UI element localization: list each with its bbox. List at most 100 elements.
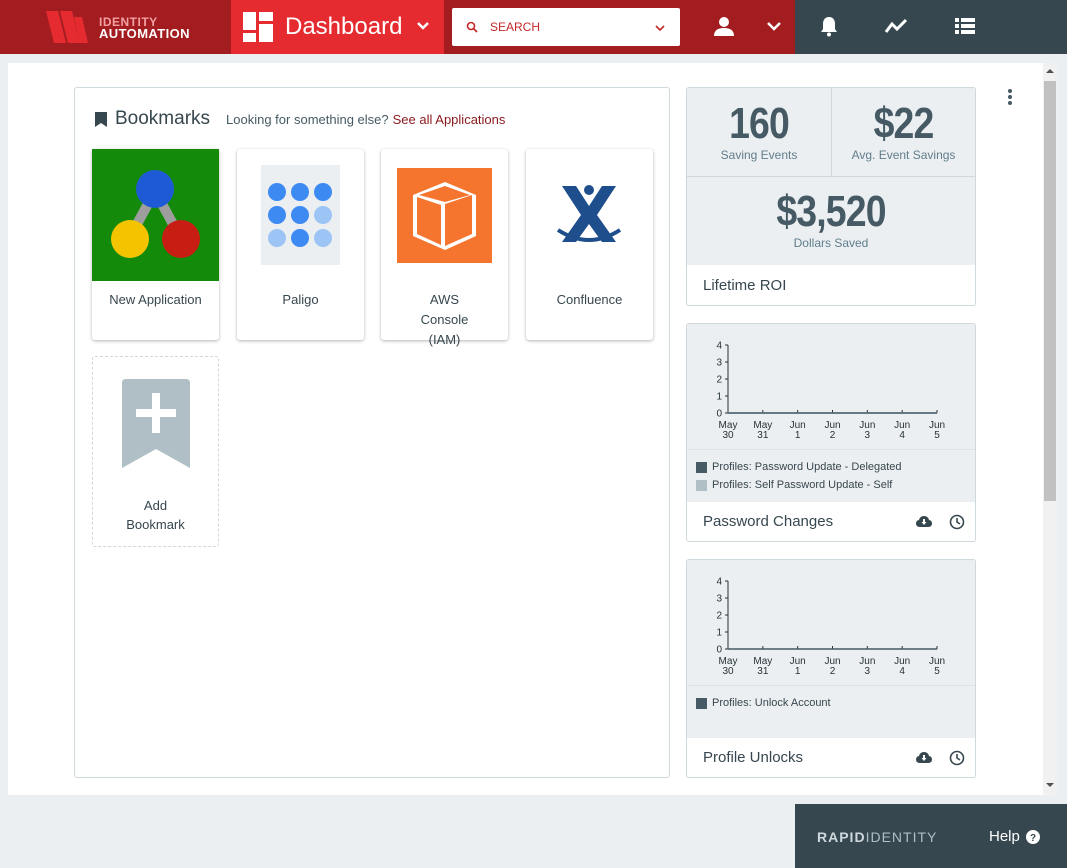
search-chevron-down-icon[interactable]: [655, 23, 665, 33]
y-tick-label: 4: [716, 341, 722, 352]
logo[interactable]: IDENTITY AUTOMATION: [0, 0, 231, 54]
legend-item: Profiles: Password Update - Delegated: [696, 458, 902, 476]
add-bookmark-tile[interactable]: Add Bookmark: [92, 356, 219, 547]
x-tick-label: Jun 5: [929, 656, 945, 677]
search-input[interactable]: [490, 8, 650, 46]
x-tick-label: Jun 4: [894, 656, 910, 677]
footer-bar: RAPIDIDENTITY Help ?: [795, 804, 1067, 868]
paligo-icon: [261, 165, 340, 265]
brand-bold: RAPID: [817, 829, 866, 845]
cloud-download-icon[interactable]: [916, 750, 932, 766]
top-bar: IDENTITY AUTOMATION Dashboard: [0, 0, 1067, 54]
saving-events-value: 160: [729, 99, 790, 148]
legend-item: Profiles: Unlock Account: [696, 694, 831, 712]
bookmarks-subtitle: Looking for something else?: [226, 111, 389, 127]
y-tick-label: 0: [716, 409, 722, 420]
search-icon: [466, 21, 478, 33]
x-tick-label: Jun 4: [894, 420, 910, 441]
legend-item: Profiles: Self Password Update - Self: [696, 476, 902, 494]
x-tick-label: Jun 2: [824, 656, 840, 677]
x-tick-label: Jun 3: [859, 656, 875, 677]
bookmark-tile-new-application[interactable]: New Application: [92, 149, 219, 340]
header-right-zone: [795, 0, 1067, 54]
dollars-saved-stat: $3,520 Dollars Saved: [687, 187, 975, 251]
scrollbar[interactable]: [1043, 63, 1057, 795]
user-menu-button[interactable]: [700, 0, 795, 54]
user-icon: [714, 17, 734, 36]
x-tick-label: May 30: [719, 420, 738, 441]
network-app-icon: [92, 149, 219, 281]
help-button[interactable]: Help ?: [989, 828, 1040, 845]
saving-events-label: Saving Events: [720, 148, 798, 162]
avg-savings-value: $22: [873, 99, 935, 148]
chart-title: Password Changes: [703, 513, 834, 530]
roi-footer-title: Lifetime ROI: [703, 277, 787, 294]
profile-unlocks-card: 0 1 2 3 4 May 30 May 31 Jun 1 Jun 2 Jun 3 Jun 4 Jun 5 Prof…: [686, 559, 976, 778]
tile-label: Confluence: [556, 292, 623, 307]
chart-area: 0 1 2 3 4 May 30 May 31 Jun 1 Jun 2 Jun 3 Jun 4 Jun 5 Prof…: [687, 324, 975, 502]
trend-icon[interactable]: [884, 14, 908, 38]
scroll-down-icon[interactable]: [1046, 781, 1054, 789]
x-tick-label: May 31: [753, 656, 772, 677]
bookmark-tile-paligo[interactable]: Paligo: [237, 149, 364, 340]
clock-icon[interactable]: [949, 514, 965, 530]
chevron-down-icon: [767, 22, 781, 31]
legend-swatch: [696, 461, 707, 473]
identity-automation-logo-icon: [46, 11, 88, 43]
x-tick-label: Jun 2: [824, 420, 840, 441]
chart-area: 0 1 2 3 4 May 30 May 31 Jun 1 Jun 2 Jun 3 Jun 4 Jun 5 Prof…: [687, 560, 975, 738]
chart-legend: Profiles: Password Update - Delegated Pr…: [696, 458, 902, 494]
more-options-icon[interactable]: [1006, 88, 1014, 106]
chevron-down-icon: [417, 22, 429, 30]
y-tick-label: 2: [716, 611, 722, 622]
divider: [687, 449, 975, 450]
bookmark-icon: [95, 111, 107, 127]
y-tick-label: 1: [716, 392, 722, 403]
avg-savings-label: Avg. Event Savings: [851, 148, 956, 162]
tile-label: Paligo: [282, 292, 319, 307]
list-icon[interactable]: [953, 14, 977, 38]
legend-label: Profiles: Password Update - Delegated: [712, 461, 902, 473]
scroll-up-icon[interactable]: [1046, 67, 1054, 75]
logo-line-2: AUTOMATION: [99, 26, 190, 41]
x-tick-label: May 30: [719, 656, 738, 677]
tile-label: New Application: [109, 292, 202, 307]
bookmarks-panel: Bookmarks Looking for something else? Se…: [74, 87, 670, 778]
x-tick-label: Jun 3: [859, 420, 875, 441]
rapididentity-brand: RAPIDIDENTITY: [817, 829, 937, 845]
brand-rest: IDENTITY: [865, 829, 938, 845]
avg-savings-stat: $22 Avg. Event Savings: [832, 99, 975, 163]
bookmarks-title: Bookmarks: [115, 108, 211, 129]
dollars-saved-label: Dollars Saved: [793, 236, 869, 250]
bell-icon[interactable]: [817, 14, 841, 38]
confluence-icon: [556, 185, 622, 242]
saving-events-stat: 160 Saving Events: [687, 99, 831, 163]
add-bookmark-label: Add Bookmark: [93, 496, 218, 534]
legend-swatch: [696, 479, 707, 491]
chart-legend: Profiles: Unlock Account: [696, 694, 831, 712]
add-label-line-1: Add: [143, 498, 168, 513]
clock-icon[interactable]: [949, 750, 965, 766]
y-tick-label: 2: [716, 375, 722, 386]
dashboard-title: Dashboard: [285, 13, 403, 40]
search-box[interactable]: [452, 8, 680, 46]
cloud-download-icon[interactable]: [916, 514, 932, 530]
legend-swatch: [696, 697, 707, 709]
svg-text:?: ?: [1030, 833, 1036, 844]
scroll-thumb[interactable]: [1044, 81, 1056, 501]
see-all-applications-link[interactable]: See all Applications: [393, 112, 506, 127]
legend-label: Profiles: Unlock Account: [712, 697, 831, 709]
legend-label: Profiles: Self Password Update - Self: [712, 479, 893, 491]
y-tick-label: 4: [716, 577, 722, 588]
dashboard-menu-button[interactable]: Dashboard: [231, 0, 444, 54]
add-label-line-2: Bookmark: [126, 517, 185, 532]
y-tick-label: 0: [716, 645, 722, 656]
x-tick-label: Jun 1: [790, 656, 806, 677]
dollars-saved-value: $3,520: [776, 187, 886, 236]
help-icon: ?: [1025, 829, 1040, 844]
bookmark-tile-aws-console[interactable]: AWS Console (IAM): [381, 149, 508, 347]
profile-unlocks-chart: 0 1 2 3 4 May 30 May 31 Jun 1 Jun 2 Jun 3 Jun 4 Jun 5: [716, 577, 945, 678]
bookmark-tile-confluence[interactable]: Confluence: [526, 149, 653, 340]
password-changes-chart: 0 1 2 3 4 May 30 May 31 Jun 1 Jun 2 Jun 3 Jun 4 Jun 5: [716, 341, 945, 442]
bookmarks-header: Bookmarks Looking for something else? Se…: [95, 108, 505, 130]
